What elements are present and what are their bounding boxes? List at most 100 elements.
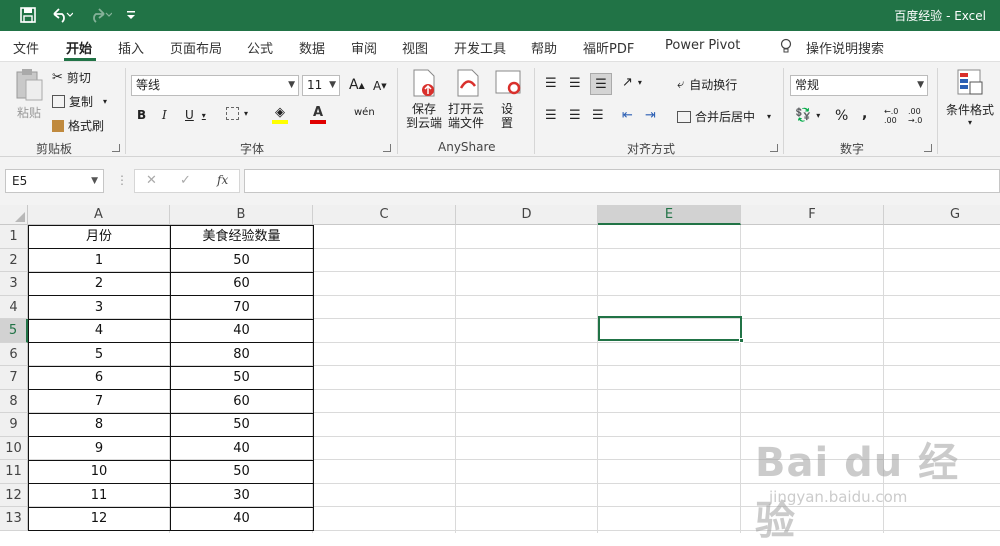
row-header-13[interactable]: 13 bbox=[0, 507, 28, 531]
save-to-cloud-button[interactable] bbox=[406, 68, 442, 98]
table-cell[interactable]: 3 bbox=[28, 296, 170, 320]
tab-page-layout[interactable]: 页面布局 bbox=[170, 38, 222, 57]
row-header-11[interactable]: 11 bbox=[0, 460, 28, 484]
table-cell[interactable]: 40 bbox=[170, 507, 313, 531]
table-cell[interactable]: 10 bbox=[28, 460, 170, 484]
insert-function-icon[interactable]: fx bbox=[217, 173, 228, 187]
percent-button[interactable]: % bbox=[835, 108, 848, 124]
increase-decimal-button[interactable]: ←.0 .00 bbox=[884, 107, 898, 125]
fill-handle[interactable] bbox=[739, 338, 744, 343]
align-center-button[interactable]: ☰ bbox=[569, 108, 581, 123]
row-header-1[interactable]: 1 bbox=[0, 225, 28, 249]
decrease-indent-button[interactable]: ⇤ bbox=[622, 108, 633, 123]
tab-file[interactable]: 文件 bbox=[13, 38, 39, 57]
row-header-12[interactable]: 12 bbox=[0, 483, 28, 507]
table-cell[interactable]: 1 bbox=[28, 249, 170, 273]
active-cell-e5[interactable] bbox=[598, 316, 742, 341]
paste-button[interactable]: 粘贴 bbox=[12, 68, 46, 130]
table-cell[interactable]: 50 bbox=[170, 366, 313, 390]
formula-input[interactable] bbox=[244, 169, 1000, 193]
align-top-button[interactable]: ☰ bbox=[545, 76, 557, 91]
table-cell[interactable]: 60 bbox=[170, 390, 313, 414]
align-middle-button[interactable]: ☰ bbox=[569, 76, 581, 91]
column-header-c[interactable]: C bbox=[313, 205, 456, 225]
tab-help[interactable]: 帮助 bbox=[531, 38, 557, 57]
table-cell[interactable]: 5 bbox=[28, 343, 170, 367]
column-header-d[interactable]: D bbox=[456, 205, 598, 225]
column-header-g[interactable]: G bbox=[884, 205, 1000, 225]
tab-developer[interactable]: 开发工具 bbox=[454, 38, 506, 57]
table-cell[interactable]: 80 bbox=[170, 343, 313, 367]
column-header-f[interactable]: F bbox=[741, 205, 884, 225]
font-color-button[interactable]: A bbox=[310, 105, 326, 124]
table-header-cell[interactable]: 美食经验数量 bbox=[170, 225, 313, 249]
row-header-10[interactable]: 10 bbox=[0, 436, 28, 460]
undo-icon[interactable] bbox=[46, 5, 78, 25]
tell-me-search[interactable]: 操作说明搜索 bbox=[806, 38, 884, 57]
format-painter-button[interactable]: 格式刷 bbox=[52, 117, 104, 134]
column-header-e[interactable]: E bbox=[598, 205, 741, 225]
table-header-cell[interactable]: 月份 bbox=[28, 225, 170, 249]
table-cell[interactable]: 7 bbox=[28, 390, 170, 414]
alignment-launcher-icon[interactable] bbox=[770, 144, 778, 152]
shrink-font-button[interactable]: A ▼ bbox=[373, 79, 387, 93]
select-all-button[interactable] bbox=[0, 205, 28, 225]
column-header-a[interactable]: A bbox=[28, 205, 170, 225]
table-cell[interactable]: 30 bbox=[170, 484, 313, 508]
open-cloud-file-button[interactable] bbox=[450, 68, 486, 98]
column-header-b[interactable]: B bbox=[170, 205, 313, 225]
table-cell[interactable]: 70 bbox=[170, 296, 313, 320]
decrease-decimal-button[interactable]: .00 →.0 bbox=[908, 107, 922, 125]
row-header-5[interactable]: 5 bbox=[0, 319, 28, 343]
italic-button[interactable]: I bbox=[162, 108, 167, 122]
font-launcher-icon[interactable] bbox=[383, 144, 391, 152]
number-launcher-icon[interactable] bbox=[924, 144, 932, 152]
row-header-8[interactable]: 8 bbox=[0, 389, 28, 413]
tab-foxit-pdf[interactable]: 福昕PDF bbox=[583, 38, 634, 57]
save-icon[interactable] bbox=[18, 5, 38, 25]
row-header-3[interactable]: 3 bbox=[0, 272, 28, 296]
fill-color-button[interactable]: ◈ bbox=[272, 105, 288, 124]
increase-indent-button[interactable]: ⇥ bbox=[645, 108, 656, 123]
merge-center-button[interactable]: 合并后居中 ▾ bbox=[677, 108, 771, 125]
phonetic-button[interactable]: wén bbox=[354, 107, 375, 118]
font-name-dropdown[interactable]: 等线 ▼ bbox=[131, 75, 299, 96]
cut-button[interactable]: ✂ 剪切 bbox=[52, 69, 91, 86]
comma-button[interactable]: , bbox=[862, 106, 867, 122]
table-cell[interactable]: 40 bbox=[170, 319, 313, 343]
tab-home[interactable]: 开始 bbox=[66, 38, 92, 57]
row-header-7[interactable]: 7 bbox=[0, 366, 28, 390]
table-cell[interactable]: 50 bbox=[170, 413, 313, 437]
lightbulb-icon[interactable] bbox=[780, 38, 792, 58]
table-cell[interactable]: 40 bbox=[170, 437, 313, 461]
tab-formulas[interactable]: 公式 bbox=[247, 38, 273, 57]
table-cell[interactable]: 12 bbox=[28, 507, 170, 531]
table-cell[interactable]: 2 bbox=[28, 272, 170, 296]
align-left-button[interactable]: ☰ bbox=[545, 108, 557, 123]
borders-button[interactable]: ▾ bbox=[226, 107, 248, 120]
accounting-format-button[interactable]: 💱 ▾ bbox=[795, 108, 820, 123]
table-cell[interactable]: 50 bbox=[170, 249, 313, 273]
redo-icon[interactable] bbox=[86, 5, 116, 25]
conditional-formatting-button[interactable]: 条件格式 ▾ bbox=[946, 68, 994, 127]
name-box[interactable]: E5 ▼ bbox=[5, 169, 104, 193]
clipboard-launcher-icon[interactable] bbox=[112, 144, 120, 152]
enter-icon[interactable]: ✓ bbox=[180, 173, 191, 188]
customize-quick-access-icon[interactable] bbox=[124, 5, 138, 25]
copy-button[interactable]: 复制 ▾ bbox=[52, 93, 107, 110]
table-cell[interactable]: 60 bbox=[170, 272, 313, 296]
tab-insert[interactable]: 插入 bbox=[118, 38, 144, 57]
tab-view[interactable]: 视图 bbox=[402, 38, 428, 57]
font-size-dropdown[interactable]: 11 ▼ bbox=[302, 75, 340, 96]
table-cell[interactable]: 50 bbox=[170, 460, 313, 484]
row-header-4[interactable]: 4 bbox=[0, 295, 28, 319]
align-bottom-button[interactable]: ☰ bbox=[590, 73, 612, 95]
grow-font-button[interactable]: A ▲ bbox=[349, 77, 365, 93]
cancel-icon[interactable]: ✕ bbox=[146, 173, 157, 188]
orientation-button[interactable]: ↗ ▾ bbox=[622, 75, 642, 90]
row-header-2[interactable]: 2 bbox=[0, 248, 28, 272]
align-right-button[interactable]: ☰ bbox=[592, 108, 604, 123]
table-cell[interactable]: 8 bbox=[28, 413, 170, 437]
tab-data[interactable]: 数据 bbox=[299, 38, 325, 57]
bold-button[interactable]: B bbox=[137, 108, 146, 122]
